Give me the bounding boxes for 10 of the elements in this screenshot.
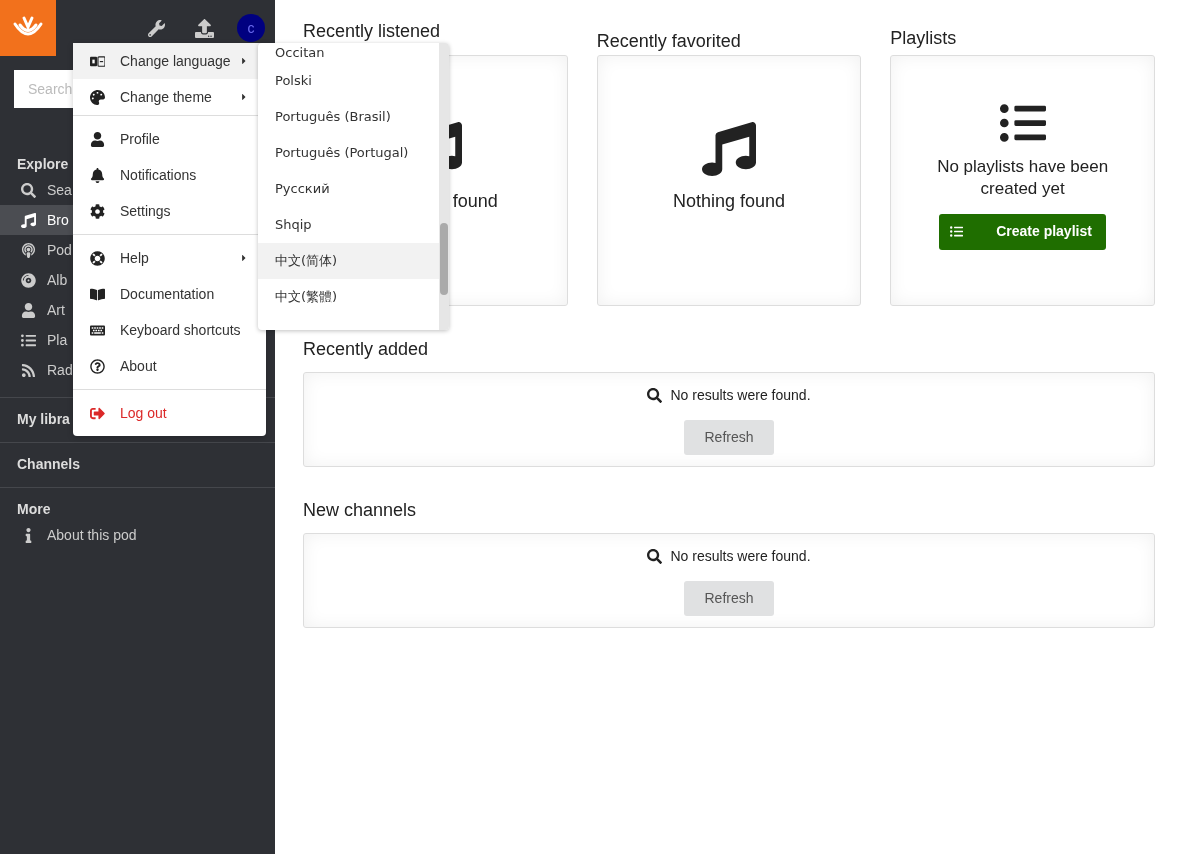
section-title: Recently listened — [303, 20, 442, 43]
empty-message: No playlists have been created yet — [936, 155, 1110, 200]
empty-message: No results were found. — [670, 386, 811, 405]
empty-message: Nothing found — [672, 190, 786, 213]
section-title: New channels — [303, 499, 418, 522]
section-title: Playlists — [890, 27, 958, 50]
empty-message: found — [452, 190, 498, 213]
section-title: Recently favorited — [596, 30, 742, 53]
empty-message: No results were found. — [670, 547, 811, 566]
section-title: Recently added — [303, 338, 430, 361]
